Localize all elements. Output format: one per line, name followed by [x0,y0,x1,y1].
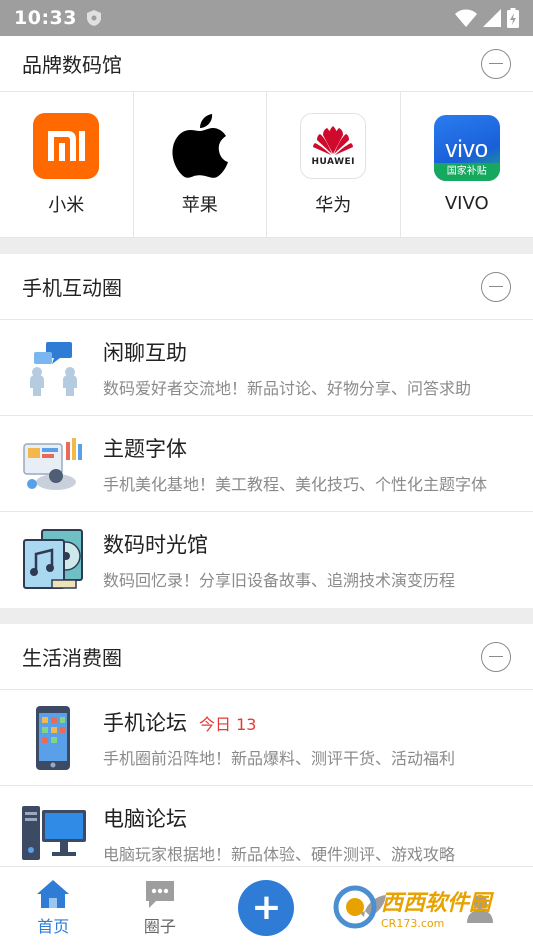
brand-grid: 小米 苹果 HUAWEI 华为 vivo 国家补贴 VIVO [0,92,533,238]
music-disc-icon [22,528,86,592]
forum-description: 数码回忆录！分享旧设备故事、追溯技术演变历程 [103,571,456,590]
forum-title: 数码时光馆 [103,533,208,557]
forum-title-row: 数码时光馆 [103,529,511,559]
forum-item-chat[interactable]: 闲聊互助 数码爱好者交流地！新品讨论、好物分享、问答求助 [0,320,533,416]
section-divider [0,238,533,254]
section-title: 品牌数码馆 [22,53,122,77]
nav-circle-label: 圈子 [143,916,176,936]
apple-logo-icon [167,113,233,179]
collapse-button[interactable] [481,271,511,302]
forum-item-digital-time[interactable]: 数码时光馆 数码回忆录！分享旧设备故事、追溯技术演变历程 [0,512,533,608]
brand-xiaomi[interactable]: 小米 [0,92,134,237]
nav-home-label: 首页 [37,916,70,936]
forum-description: 数码爱好者交流地！新品讨论、好物分享、问答求助 [103,378,472,398]
watermark-logo-icon [333,885,377,929]
today-count-badge: 今日 13 [199,714,257,734]
brand-name: 华为 [315,194,352,216]
forum-description: 手机圈前沿阵地！新品爆料、测评干货、活动福利 [103,748,456,768]
forum-text: 手机论坛 今日 13 手机圈前沿阵地！新品爆料、测评干货、活动福利 [103,707,511,769]
forum-title: 电脑论坛 [103,807,187,831]
forum-text: 闲聊互助 数码爱好者交流地！新品讨论、好物分享、问答求助 [103,337,511,399]
watermark-subtext: CR173.com [381,916,445,930]
huawei-logo-text: HUAWEI [311,156,356,167]
section-divider [0,608,533,624]
forum-text: 主题字体 手机美化基地！美工教程、美化技巧、个性化主题字体 [103,433,511,495]
vivo-logo-icon: vivo 国家补贴 [433,115,500,181]
section-title: 手机互动圈 [22,276,122,300]
brand-apple[interactable]: 苹果 [134,92,267,237]
main-content: 品牌数码馆 小米 苹果 HUAWEI 华为 vivo 国家补贴 VIVO 手机互… [0,36,533,866]
desktop-computer-icon [22,802,86,866]
watermark: 西西软件园 CR173.com [333,876,519,938]
huawei-logo-icon: HUAWEI [300,112,367,179]
forum-title-row: 主题字体 [103,433,511,463]
status-bar: 10:33 [0,0,533,36]
smartphone-icon [22,705,86,770]
forum-item-computer[interactable]: 电脑论坛 电脑玩家根据地！新品体验、硬件测评、游戏攻略 [0,786,533,866]
status-time: 10:33 [14,7,77,29]
forum-title-row: 手机论坛 今日 13 [103,707,511,737]
interaction-section-header: 手机互动圈 [0,254,533,320]
chat-people-icon [22,336,86,400]
brand-name: 苹果 [181,194,218,216]
nav-home[interactable]: 首页 [0,867,107,948]
brands-section-header: 品牌数码馆 [0,36,533,92]
forum-text: 数码时光馆 数码回忆录！分享旧设备故事、追溯技术演变历程 [103,529,511,591]
nav-circle[interactable]: 圈子 [107,867,214,948]
add-post-button[interactable]: + [238,879,295,936]
forum-description: 电脑玩家根据地！新品体验、硬件测评、游戏攻略 [103,845,456,864]
design-palette-icon [22,432,86,496]
nav-post[interactable]: + [213,867,320,948]
forum-item-phone[interactable]: 手机论坛 今日 13 手机圈前沿阵地！新品爆料、测评干货、活动福利 [0,690,533,786]
collapse-button[interactable] [481,641,511,672]
forum-title: 闲聊互助 [103,340,187,365]
section-title: 生活消费圈 [22,646,122,670]
chat-bubble-icon [145,880,174,908]
shield-icon [86,10,101,26]
brands-section: 品牌数码馆 小米 苹果 HUAWEI 华为 vivo 国家补贴 VIVO [0,36,533,238]
life-section-header: 生活消费圈 [0,624,533,690]
brand-huawei[interactable]: HUAWEI 华为 [267,92,401,237]
brand-vivo[interactable]: vivo 国家补贴 VIVO [401,92,533,237]
forum-title: 主题字体 [103,436,187,461]
forum-item-theme-font[interactable]: 主题字体 手机美化基地！美工教程、美化技巧、个性化主题字体 [0,416,533,512]
forum-text: 电脑论坛 电脑玩家根据地！新品体验、硬件测评、游戏攻略 [103,803,511,865]
xiaomi-logo-icon [33,112,100,179]
wifi-icon [455,9,477,27]
battery-icon [507,8,519,28]
signal-icon [483,9,501,27]
brand-name: VIVO [444,193,489,214]
collapse-button[interactable] [481,48,511,79]
forum-title: 手机论坛 [103,710,187,735]
home-icon [37,879,70,908]
life-section: 生活消费圈 手机论坛 今日 13 手机圈前沿阵地！新品爆料、测评干货、活动福利 … [0,624,533,866]
forum-description: 手机美化基地！美工教程、美化技巧、个性化主题字体 [103,474,488,494]
vivo-logo-subtext: 国家补贴 [433,163,500,181]
interaction-section: 手机互动圈 闲聊互助 数码爱好者交流地！新品讨论、好物分享、问答求助 主题字体 … [0,254,533,608]
vivo-logo-text: vivo [445,136,489,163]
forum-title-row: 闲聊互助 [103,337,511,367]
watermark-text: 西西软件园 [381,890,492,916]
brand-name: 小米 [48,194,85,216]
forum-title-row: 电脑论坛 [103,803,511,833]
